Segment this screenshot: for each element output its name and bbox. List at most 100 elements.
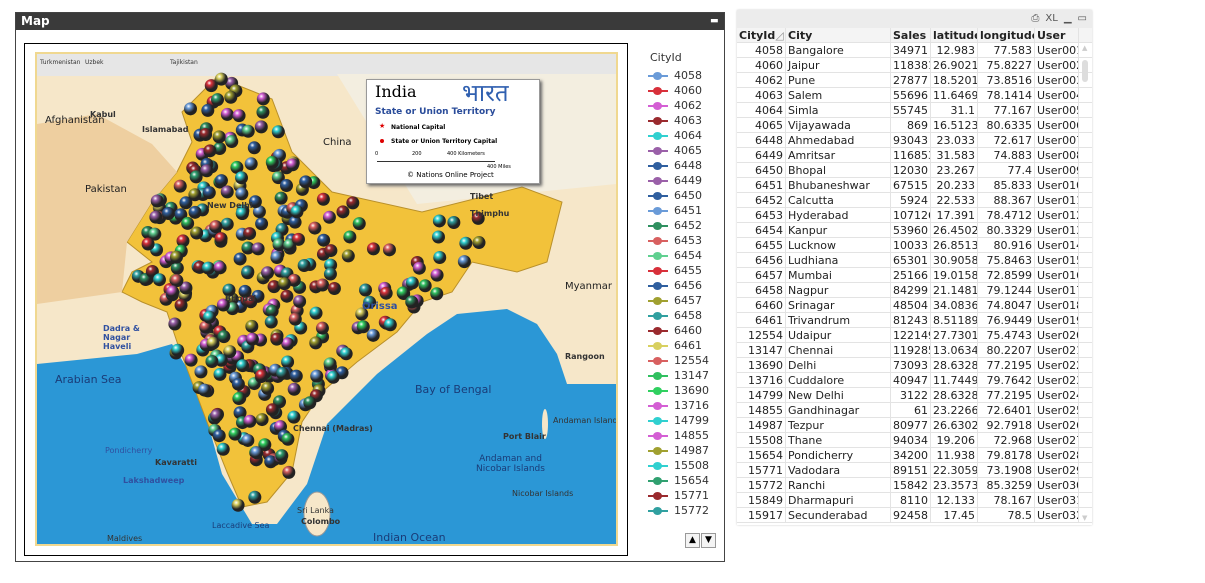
table-row[interactable]: 15917 Secunderabad 92458 17.45 78.5 User032 — [737, 508, 1092, 523]
map-bubble[interactable] — [216, 442, 230, 456]
table-row[interactable]: 6458 Nagpur 84299 21.1481 79.1244 User017 — [737, 283, 1092, 298]
map-bubble[interactable] — [190, 226, 204, 240]
table-row[interactable]: 4064 Simla 55745 31.1 77.167 User005 — [737, 103, 1092, 118]
map-bubble[interactable] — [315, 321, 329, 335]
map-bubble[interactable] — [326, 370, 340, 384]
map-bubble[interactable] — [346, 196, 360, 210]
map-bubble[interactable] — [213, 367, 227, 381]
table-row[interactable]: 6460 Srinagar 48504 34.0836 74.8047 User018 — [737, 298, 1092, 313]
map-bubble[interactable] — [231, 377, 245, 391]
legend-scroll-down-button[interactable]: ▼ — [701, 533, 716, 548]
map-bubble[interactable] — [265, 155, 279, 169]
map-bubble[interactable] — [255, 217, 269, 231]
map-bubble[interactable] — [245, 319, 259, 333]
map-bubble[interactable] — [203, 144, 217, 158]
map-bubble[interactable] — [341, 249, 355, 263]
table-row[interactable]: 4058 Bangalore 34971 12.983 77.583 User001 — [737, 43, 1092, 58]
map-bubble[interactable] — [261, 266, 275, 280]
map-bubble[interactable] — [235, 187, 249, 201]
map-bubble[interactable] — [243, 227, 257, 241]
table-row[interactable]: 15771 Vadodara 89151 22.3059 73.1908 User029 — [737, 463, 1092, 478]
legend-item[interactable]: 6457 — [648, 293, 718, 308]
table-row[interactable]: 6461 Trivandrum 81243 8.51189 76.9449 User019 — [737, 313, 1092, 328]
legend-item[interactable]: 15508 — [648, 458, 718, 473]
map-bubble[interactable] — [173, 179, 187, 193]
map-bubble[interactable] — [150, 194, 164, 208]
map-bubble[interactable] — [405, 276, 419, 290]
map-bubble[interactable] — [339, 347, 353, 361]
map-bubble[interactable] — [198, 383, 212, 397]
legend-item[interactable]: 14799 — [648, 413, 718, 428]
map-bubble[interactable] — [241, 433, 255, 447]
map-bubble[interactable] — [287, 382, 301, 396]
map-bubble[interactable] — [359, 283, 373, 297]
map-bubble[interactable] — [287, 410, 301, 424]
map-bubble[interactable] — [281, 355, 295, 369]
map-bubble[interactable] — [457, 255, 471, 269]
legend-item[interactable]: 15771 — [648, 488, 718, 503]
map-bubble[interactable] — [343, 230, 357, 244]
map-bubble[interactable] — [282, 465, 296, 479]
map-bubble[interactable] — [152, 273, 166, 287]
legend-item[interactable]: 6453 — [648, 233, 718, 248]
map-bubble[interactable] — [286, 158, 300, 172]
legend-scroll-up-button[interactable]: ▲ — [685, 533, 700, 548]
map-bubble[interactable] — [433, 250, 447, 264]
legend-item[interactable]: 4058 — [648, 68, 718, 83]
map-bubble[interactable] — [379, 286, 393, 300]
map-bubble[interactable] — [383, 318, 397, 332]
legend-item[interactable]: 14987 — [648, 443, 718, 458]
map-bubble[interactable] — [228, 427, 242, 441]
scroll-up-icon[interactable]: ▲ — [1082, 44, 1087, 52]
map-bubble[interactable] — [188, 188, 202, 202]
map-bubble[interactable] — [431, 230, 445, 244]
legend-item[interactable]: 13716 — [648, 398, 718, 413]
map-bubble[interactable] — [418, 279, 432, 293]
map-bubble[interactable] — [366, 328, 380, 342]
map-bubble[interactable] — [202, 310, 216, 324]
map-bubble[interactable] — [202, 186, 216, 200]
map-bubble[interactable] — [430, 287, 444, 301]
map-bubble[interactable] — [264, 315, 278, 329]
column-header-city[interactable]: City — [786, 28, 891, 42]
map-bubble[interactable] — [447, 216, 461, 230]
column-header-sales[interactable]: Sales — [891, 28, 931, 42]
map-bubble[interactable] — [213, 261, 227, 275]
map-bubble[interactable] — [310, 369, 324, 383]
map-bubble[interactable] — [280, 289, 294, 303]
legend-item[interactable]: 6455 — [648, 263, 718, 278]
map-bubble[interactable] — [232, 109, 246, 123]
map-bubble[interactable] — [241, 266, 255, 280]
map-bubble[interactable] — [166, 285, 180, 299]
map-bubble[interactable] — [271, 125, 285, 139]
map-bubble[interactable] — [244, 157, 258, 171]
map-bubble[interactable] — [261, 381, 275, 395]
map-bubble[interactable] — [184, 353, 198, 367]
legend-item[interactable]: 6450 — [648, 188, 718, 203]
map-bubble[interactable] — [327, 282, 341, 296]
legend-item[interactable]: 12554 — [648, 353, 718, 368]
legend-item[interactable]: 6460 — [648, 323, 718, 338]
scroll-down-icon[interactable]: ▼ — [1082, 514, 1087, 522]
column-header-user[interactable]: User — [1035, 28, 1079, 42]
legend-item[interactable]: 13147 — [648, 368, 718, 383]
map-bubble[interactable] — [297, 259, 311, 273]
map-bubble[interactable] — [275, 449, 289, 463]
map-bubble[interactable] — [472, 236, 486, 250]
legend-item[interactable]: 6451 — [648, 203, 718, 218]
legend-item[interactable]: 6449 — [648, 173, 718, 188]
table-scrollbar[interactable]: ▲ ▼ — [1081, 44, 1090, 522]
map-bubble[interactable] — [316, 278, 330, 292]
map-bubble[interactable] — [225, 135, 239, 149]
map-bubble[interactable] — [382, 243, 396, 257]
map-bubble[interactable] — [459, 236, 473, 250]
maximize-icon[interactable]: ▭ — [1078, 13, 1087, 24]
table-row[interactable]: 15508 Thane 94034 19.206 72.968 User027 — [737, 433, 1092, 448]
map-bubble[interactable] — [217, 330, 231, 344]
map-bubble[interactable] — [289, 369, 303, 383]
map-bubble[interactable] — [141, 237, 155, 251]
map-bubble[interactable] — [309, 336, 323, 350]
legend-item[interactable]: 4062 — [648, 98, 718, 113]
table-row[interactable]: 6450 Bhopal 12030 23.267 77.4 User009 — [737, 163, 1092, 178]
map-bubble[interactable] — [210, 409, 224, 423]
